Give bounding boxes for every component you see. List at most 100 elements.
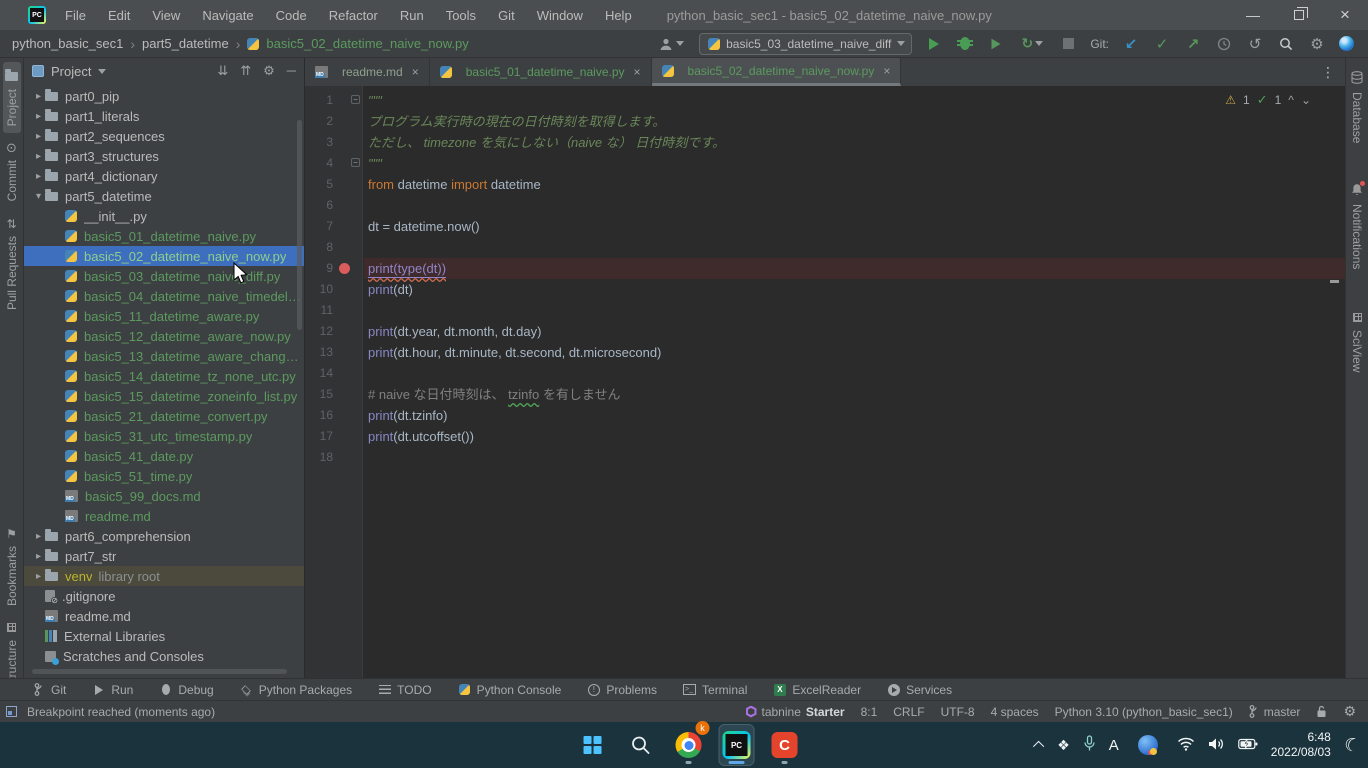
taskbar-clock[interactable]: 6:48 2022/08/03: [1271, 730, 1331, 760]
tab-basic5-02-datetime-naive-now-py[interactable]: basic5_02_datetime_naive_now.py×: [652, 58, 902, 86]
git-update-button[interactable]: ↙: [1122, 35, 1140, 53]
breadcrumb-folder[interactable]: part5_datetime: [142, 36, 229, 51]
python-interpreter[interactable]: Python 3.10 (python_basic_sec1): [1055, 705, 1233, 719]
tree-item-basic5-51-time-py[interactable]: basic5_51_time.py: [24, 466, 304, 486]
chevron-right-icon[interactable]: ▸: [32, 551, 45, 562]
menu-tools[interactable]: Tools: [437, 5, 485, 26]
tree-item--init-py[interactable]: __init__.py: [24, 206, 304, 226]
tabnine-widget[interactable]: tabnine Starter: [746, 705, 845, 719]
scrollbar-error-stripe-mark[interactable]: [1330, 280, 1339, 283]
status-message[interactable]: Breakpoint reached (moments ago): [27, 705, 215, 719]
menu-edit[interactable]: Edit: [99, 5, 139, 26]
chevron-right-icon[interactable]: ▸: [32, 151, 45, 162]
tree-horizontal-scrollbar[interactable]: [32, 669, 287, 674]
run-configuration-select[interactable]: basic5_03_datetime_naive_diff: [699, 33, 912, 55]
hide-panel-icon[interactable]: ─: [287, 63, 296, 79]
tree-item-external-libraries[interactable]: External Libraries: [24, 626, 304, 646]
close-button[interactable]: ×: [1322, 0, 1368, 30]
menu-code[interactable]: Code: [267, 5, 316, 26]
tool-window-button-services[interactable]: Services: [887, 683, 952, 697]
dropbox-icon[interactable]: ❖: [1057, 737, 1070, 754]
tree-item-part2-sequences[interactable]: ▸part2_sequences: [24, 126, 304, 146]
caret-position[interactable]: 8:1: [861, 705, 878, 719]
tree-vertical-scrollbar[interactable]: [297, 120, 302, 330]
chrome-taskbar-icon[interactable]: k: [672, 725, 706, 765]
fold-marker-icon[interactable]: −: [351, 158, 360, 167]
menu-git[interactable]: Git: [489, 5, 524, 26]
tree-item-part0-pip[interactable]: ▸part0_pip: [24, 86, 304, 106]
hidden-icons-chevron-icon[interactable]: [1033, 741, 1044, 752]
tree-item-basic5-41-date-py[interactable]: basic5_41_date.py: [24, 446, 304, 466]
tool-strip-pull-requests[interactable]: ⇅Pull Requests: [3, 209, 21, 317]
tab-close-icon[interactable]: ×: [412, 65, 419, 79]
tool-window-button-git[interactable]: Git: [32, 683, 66, 697]
tool-strip-notifications[interactable]: Notifications: [1348, 176, 1366, 276]
pycharm-taskbar-icon[interactable]: PC: [720, 725, 754, 765]
tool-window-button-debug[interactable]: Debug: [159, 683, 213, 697]
inspection-widget[interactable]: ⚠ 1 ✓ 1 ^ ⌄: [1225, 92, 1311, 108]
prev-problem-chevron-icon[interactable]: ^: [1288, 93, 1294, 107]
tree-item-basic5-02-datetime-naive-now-py[interactable]: basic5_02_datetime_naive_now.py: [24, 246, 304, 266]
chevron-right-icon[interactable]: ▸: [32, 111, 45, 122]
settings-gear-icon[interactable]: ⚙: [1308, 35, 1326, 53]
rollback-button[interactable]: ↺: [1246, 35, 1264, 53]
run-button[interactable]: [925, 35, 943, 53]
chevron-right-icon[interactable]: ▸: [32, 571, 45, 582]
camtasia-taskbar-icon[interactable]: C: [768, 725, 802, 765]
tree-item-part4-dictionary[interactable]: ▸part4_dictionary: [24, 166, 304, 186]
breadcrumb-project[interactable]: python_basic_sec1: [12, 36, 123, 51]
tree-item-part3-structures[interactable]: ▸part3_structures: [24, 146, 304, 166]
line-separator[interactable]: CRLF: [893, 705, 924, 719]
tree-item-basic5-13-datetime-aware-change-tz-py[interactable]: basic5_13_datetime_aware_change_tz.py: [24, 346, 304, 366]
fold-marker-icon[interactable]: −: [351, 95, 360, 104]
tool-window-button-python-console[interactable]: Python Console: [458, 683, 562, 697]
minimize-button[interactable]: —: [1230, 0, 1276, 30]
tool-window-button-run[interactable]: Run: [92, 683, 133, 697]
tool-strip-project[interactable]: Project: [3, 62, 21, 133]
file-encoding[interactable]: UTF-8: [941, 705, 975, 719]
tool-window-button-todo[interactable]: TODO: [378, 683, 431, 697]
next-problem-chevron-icon[interactable]: ⌄: [1301, 93, 1311, 107]
tree-item-basic5-14-datetime-tz-none-utc-py[interactable]: basic5_14_datetime_tz_none_utc.py: [24, 366, 304, 386]
tree-item-basic5-12-datetime-aware-now-py[interactable]: basic5_12_datetime_aware_now.py: [24, 326, 304, 346]
tool-window-button-python-packages[interactable]: Python Packages: [240, 683, 352, 697]
menu-navigate[interactable]: Navigate: [193, 5, 262, 26]
stop-button[interactable]: [1059, 35, 1077, 53]
profiler-button[interactable]: ↻: [1018, 35, 1046, 53]
git-commit-button[interactable]: ✓: [1153, 35, 1171, 53]
speaker-icon[interactable]: [1208, 737, 1225, 754]
tree-item-basic5-21-datetime-convert-py[interactable]: basic5_21_datetime_convert.py: [24, 406, 304, 426]
tree-item-basic5-03-datetime-naive-diff-py[interactable]: basic5_03_datetime_naive_diff.py: [24, 266, 304, 286]
debug-button[interactable]: [956, 35, 974, 53]
tree-item-basic5-15-datetime-zoneinfo-list-py[interactable]: basic5_15_datetime_zoneinfo_list.py: [24, 386, 304, 406]
focus-assist-moon-icon[interactable]: ☾: [1341, 733, 1362, 757]
chevron-right-icon[interactable]: ▸: [32, 131, 45, 142]
tool-strip-database[interactable]: Database: [1348, 64, 1366, 150]
tool-window-button-problems[interactable]: !Problems: [587, 683, 657, 697]
menu-run[interactable]: Run: [391, 5, 433, 26]
start-button[interactable]: [576, 725, 610, 765]
chevron-right-icon[interactable]: ▸: [32, 531, 45, 542]
tool-strip-bookmarks[interactable]: ⚑Bookmarks: [3, 519, 21, 613]
battery-icon[interactable]: [1238, 738, 1258, 753]
tool-window-button-terminal[interactable]: >_Terminal: [683, 683, 747, 697]
chevron-down-icon[interactable]: ▾: [32, 191, 45, 202]
tree-item-basic5-99-docs-md[interactable]: basic5_99_docs.md: [24, 486, 304, 506]
tree-item-scratches-and-consoles[interactable]: Scratches and Consoles: [24, 646, 304, 666]
wifi-icon[interactable]: [1177, 737, 1195, 754]
microphone-icon[interactable]: [1083, 735, 1096, 755]
menu-file[interactable]: File: [56, 5, 95, 26]
panel-settings-gear-icon[interactable]: ⚙: [263, 63, 275, 79]
tab-readme-md[interactable]: readme.md×: [305, 58, 430, 86]
tab-basic5-01-datetime-naive-py[interactable]: basic5_01_datetime_naive.py×: [430, 58, 652, 86]
breadcrumb-file[interactable]: basic5_02_datetime_naive_now.py: [266, 36, 468, 51]
expand-all-icon[interactable]: ⇊: [217, 63, 228, 79]
tool-window-switcher-icon[interactable]: [6, 706, 17, 717]
indent-style[interactable]: 4 spaces: [991, 705, 1039, 719]
git-push-button[interactable]: ↗: [1184, 35, 1202, 53]
run-with-coverage-button[interactable]: [987, 35, 1005, 53]
tree-item-venv[interactable]: ▸venvlibrary root: [24, 566, 304, 586]
chevron-down-icon[interactable]: [98, 69, 106, 74]
menu-help[interactable]: Help: [596, 5, 641, 26]
tree-item-part7-str[interactable]: ▸part7_str: [24, 546, 304, 566]
